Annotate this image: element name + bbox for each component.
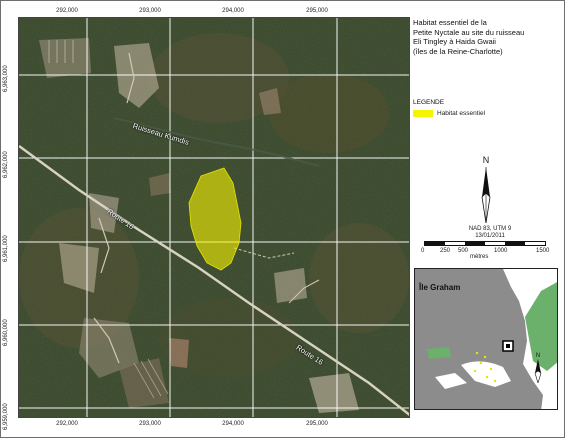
clearing bbox=[169, 338, 189, 368]
scale-bar bbox=[424, 241, 546, 246]
y-tick-label: 6,959,000 bbox=[3, 403, 9, 430]
x-tick-label-bottom: 294,000 bbox=[222, 421, 244, 427]
scale-unit: mètres bbox=[470, 254, 489, 260]
x-tick-label: 292,000 bbox=[56, 8, 78, 14]
x-tick-label-bottom: 295,000 bbox=[306, 421, 328, 427]
north-arrow-icon: N bbox=[478, 155, 494, 223]
y-tick-label: 6,960,000 bbox=[3, 319, 9, 346]
scale-label: 1500 bbox=[536, 248, 550, 254]
x-tick-label: 295,000 bbox=[306, 8, 328, 14]
legend-title: LEGENDE bbox=[413, 99, 445, 106]
inset-island-label: Île Graham bbox=[419, 283, 461, 292]
map-title: Habitat essentiel de la Petite Nyctale a… bbox=[413, 18, 558, 56]
title-line: Habitat essentiel de la bbox=[413, 18, 487, 27]
scale-label: 500 bbox=[458, 248, 469, 254]
legend-swatch bbox=[413, 110, 433, 117]
x-tick-label-bottom: 293,000 bbox=[139, 421, 161, 427]
legend-item: Habitat essentiel bbox=[413, 110, 558, 117]
title-line: Petite Nyctale au site du ruisseau bbox=[413, 27, 525, 37]
legend-item-label: Habitat essentiel bbox=[437, 110, 486, 117]
inset-north-arrow-icon: N bbox=[532, 353, 544, 385]
clearing bbox=[274, 268, 307, 303]
inset-map: Île Graham N bbox=[414, 268, 558, 410]
scale-label: 250 bbox=[440, 248, 451, 254]
y-tick-label: 6,963,000 bbox=[3, 65, 9, 92]
protected-area bbox=[427, 347, 451, 359]
scale-label: 0 bbox=[421, 248, 425, 254]
date-label: 13/01/2011 bbox=[475, 233, 505, 239]
title-line: (îles de la Reine-Charlotte) bbox=[413, 46, 503, 56]
y-tick-label: 6,962,000 bbox=[3, 151, 9, 178]
scale-label: 1000 bbox=[494, 248, 508, 254]
north-letter: N bbox=[482, 155, 490, 165]
x-tick-label: 293,000 bbox=[139, 8, 161, 14]
y-tick-label: 6,961,000 bbox=[3, 235, 9, 262]
aerial-map bbox=[18, 17, 410, 418]
x-tick-label: 294,000 bbox=[222, 8, 244, 14]
title-line: Eli Tingley à Haida Gwaii bbox=[413, 37, 496, 46]
projection-label: NAD 83, UTM 9 bbox=[468, 226, 512, 232]
x-tick-label-bottom: 292,000 bbox=[56, 421, 78, 427]
